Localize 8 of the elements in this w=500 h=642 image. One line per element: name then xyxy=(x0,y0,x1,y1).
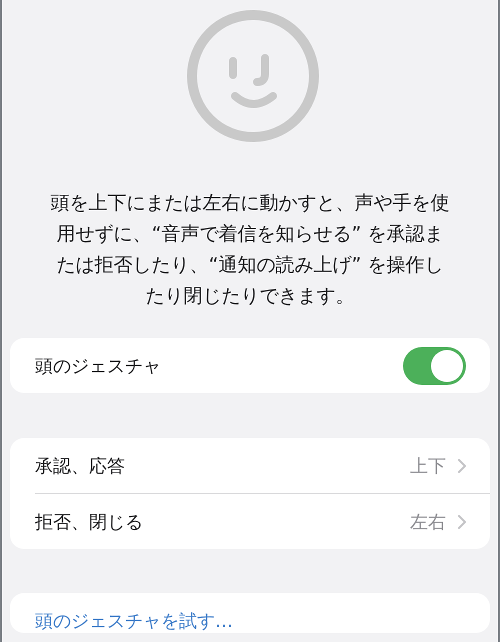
try-gesture-link[interactable]: 頭のジェスチャを試す… xyxy=(35,609,233,633)
settings-row[interactable]: 拒否、閉じる 左右 xyxy=(35,493,490,549)
settings-row[interactable]: 承認、応答 上下 xyxy=(10,438,490,493)
description-text: 頭を上下にまたは左右に動かすと、声や手を使用せずに、“音声で着信を知らせる” を承認または拒否したり、“通知の読み上げ” を操作したり閉じたりできます。 xyxy=(50,191,450,309)
toggle-switch[interactable] xyxy=(403,346,466,384)
chevron-icon xyxy=(458,458,466,472)
chevron-icon xyxy=(458,514,466,528)
setting-label: 頭のジェスチャ xyxy=(35,354,161,378)
